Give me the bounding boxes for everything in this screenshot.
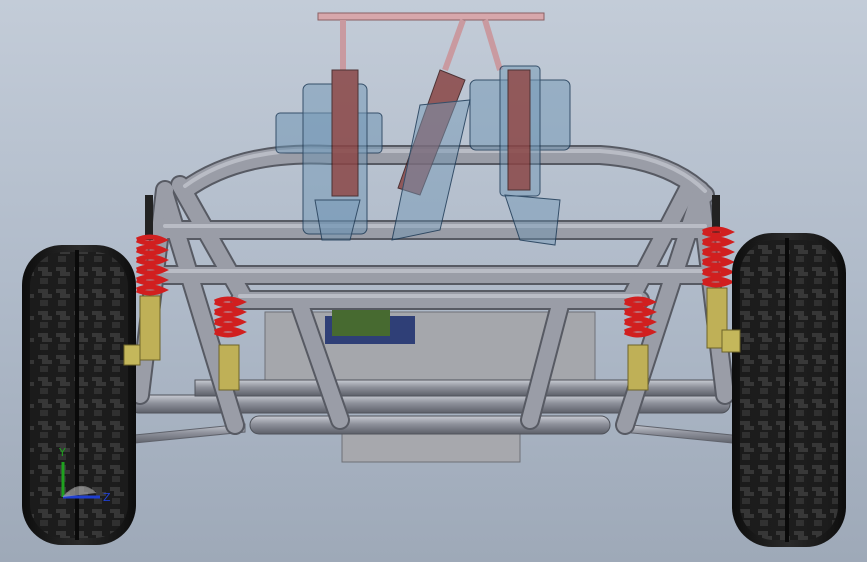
axis-y-label: Y: [58, 446, 66, 459]
wheel-left: [22, 245, 141, 545]
cad-viewport[interactable]: Y Z: [0, 0, 867, 562]
model-view[interactable]: Y Z: [0, 0, 867, 562]
wheel-right: [721, 233, 846, 547]
actuator-linkages: [340, 18, 503, 72]
top-mount-beam: [317, 12, 545, 21]
axis-z-label: Z: [103, 491, 111, 504]
gear-assembly: [332, 308, 390, 336]
